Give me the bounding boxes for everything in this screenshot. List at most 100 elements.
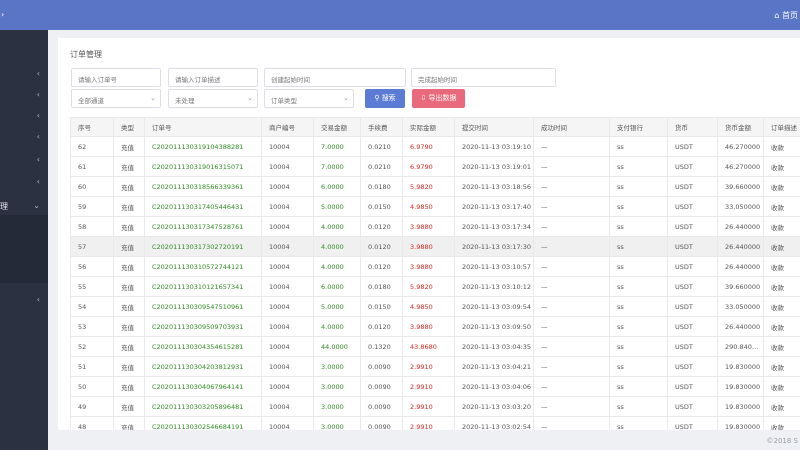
cell-merchant-no: 10004 [261,316,314,337]
status-select-value: 未处理 [175,97,195,105]
cell-pay-bank: ss [609,256,668,277]
cell-order-no: C202011130317405446431 [144,196,262,217]
cell-trade-amount: 3.0000 [313,416,361,430]
table-row[interactable]: 50 充值 C202011130304067964141 10004 3.0000 0.0… [70,376,800,397]
cell-success-time: — [533,356,610,377]
table-row[interactable]: 58 充值 C202011130317347528761 10004 4.0000 0.0… [70,216,800,237]
cell-order-type: 充值 [113,336,145,357]
cell-order-desc: 收款 [763,376,800,397]
status-select[interactable]: 未处理 ⌄ [168,89,258,108]
order-type-select[interactable]: 订单类型 ⌄ [264,89,354,108]
cell-order-no: C202011130309509703931 [144,316,262,337]
cell-success-time: — [533,256,610,277]
column-header[interactable]: 订单号 [144,117,262,137]
home-link[interactable]: ⌂ 首页 [774,10,798,21]
column-header[interactable]: 手续费 [360,117,403,137]
cell-pay-bank: ss [609,136,668,157]
chevron-left-icon: ‹ [36,177,40,186]
column-header[interactable]: 实际金额 [402,117,455,137]
cell-currency: USDT [667,356,718,377]
cell-currency-amount: 290.840… [717,336,764,357]
cell-order-desc: 收款 [763,176,800,197]
column-header[interactable]: 订单描述 [763,117,800,137]
search-button[interactable]: ⚲ 搜索 [365,89,405,108]
cell-actual-amount: 2.9910 [402,396,455,417]
chevron-down-icon: ⌄ [33,201,40,210]
table-row[interactable]: 55 充值 C202011130310121657341 10004 6.0000 0.0… [70,276,800,297]
cell-row-no: 55 [70,276,114,297]
sidebar-item-1[interactable]: ‹ [0,68,48,82]
cell-order-type: 充值 [113,396,145,417]
cell-fee: 0.0090 [360,416,403,430]
sidebar-item-4[interactable]: ‹ [0,131,48,145]
table-row[interactable]: 60 充值 C202011130318566339361 10004 6.0000 0.0… [70,176,800,197]
cell-fee: 0.0090 [360,356,403,377]
cell-order-no: C202011130318566339361 [144,176,262,197]
cell-row-no: 56 [70,256,114,277]
cell-success-time: — [533,216,610,237]
cell-submit-time: 2020-11-13 03:19:01 [454,156,534,177]
cell-pay-bank: ss [609,336,668,357]
table-row[interactable]: 57 充值 C202011130317302720191 10004 4.0000 0.0… [70,236,800,257]
table-row[interactable]: 54 充值 C202011130309547510961 10004 5.0000 0.0… [70,296,800,317]
chevron-down-icon: ⌄ [247,94,253,102]
column-header[interactable]: 支付银行 [609,117,668,137]
cell-submit-time: 2020-11-13 03:17:30 [454,236,534,257]
cell-order-desc: 收款 [763,336,800,357]
cell-currency: USDT [667,196,718,217]
table-row[interactable]: 52 充值 C202011130304354615281 10004 44.0000 0.… [70,336,800,357]
sidebar-item-6[interactable]: ‹ [0,176,48,190]
cell-actual-amount: 3.9880 [402,316,455,337]
table-row[interactable]: 53 充值 C202011130309509703931 10004 4.0000 0.0… [70,316,800,337]
column-header[interactable]: 类型 [113,117,145,137]
cell-pay-bank: ss [609,156,668,177]
cell-trade-amount: 3.0000 [313,396,361,417]
export-icon: ⇩ [420,94,427,102]
table-row[interactable]: 48 充值 C202011130302546684191 10004 3.0000 0.0… [70,416,800,430]
export-button[interactable]: ⇩ 导出数据 [412,89,465,108]
cell-currency-amount: 33.050000 [717,296,764,317]
chevron-down-icon: ⌄ [343,94,349,102]
table-row[interactable]: 49 充值 C202011130303205896481 10004 3.0000 0.0… [70,396,800,417]
cell-merchant-no: 10004 [261,356,314,377]
copyright-text: ©2018 S [766,437,798,445]
cell-merchant-no: 10004 [261,156,314,177]
table-row[interactable]: 62 充值 C202011130319104388281 10004 7.0000 0.0… [70,136,800,157]
cell-order-type: 充值 [113,136,145,157]
search-button-label: 搜索 [381,94,396,102]
sidebar-item-2[interactable]: ‹ [0,89,48,103]
sidebar-item-3[interactable]: ‹ [0,110,48,124]
column-header[interactable]: 成功时间 [533,117,610,137]
cell-order-desc: 收款 [763,216,800,237]
column-header[interactable]: 交易金额 [313,117,361,137]
create-time-input[interactable]: 创建起始时间 [264,68,406,87]
cell-trade-amount: 5.0000 [313,296,361,317]
cell-submit-time: 2020-11-13 03:17:40 [454,196,534,217]
column-header[interactable]: 商户编号 [261,117,314,137]
sidebar-item-5[interactable]: ‹ [0,154,48,168]
order-desc-input[interactable]: 请输入订单描述 [168,68,258,87]
table-row[interactable]: 59 充值 C202011130317405446431 10004 5.0000 0.0… [70,196,800,217]
sidebar-item-order-management[interactable]: 理 ⌄ [0,200,48,214]
chevron-down-icon: ⌄ [150,94,156,102]
chevron-left-icon: ‹ [36,69,40,78]
sidebar-submenu [0,215,48,283]
table-row[interactable]: 61 充值 C202011130319016315071 10004 7.0000 0.0… [70,156,800,177]
cell-order-desc: 收款 [763,256,800,277]
channel-select[interactable]: 全部通道 ⌄ [71,89,161,108]
sidebar-toggle-icon[interactable]: › [1,10,4,19]
sidebar-item-8[interactable]: ‹ [0,294,48,308]
table-row[interactable]: 56 充值 C202011130310572744121 10004 4.0000 0.0… [70,256,800,277]
column-header[interactable]: 货币 [667,117,718,137]
table-row[interactable]: 51 充值 C202011130304203812931 10004 3.0000 0.0… [70,356,800,377]
order-no-input[interactable]: 请输入订单号 [71,68,161,87]
cell-actual-amount: 5.9820 [402,276,455,297]
cell-pay-bank: ss [609,296,668,317]
column-header[interactable]: 序号 [70,117,114,137]
finish-time-input[interactable]: 完成起始时间 [411,68,556,87]
cell-currency: USDT [667,416,718,430]
cell-merchant-no: 10004 [261,196,314,217]
cell-submit-time: 2020-11-13 03:18:56 [454,176,534,197]
column-header[interactable]: 提交时间 [454,117,534,137]
column-header[interactable]: 货币金额 [717,117,764,137]
